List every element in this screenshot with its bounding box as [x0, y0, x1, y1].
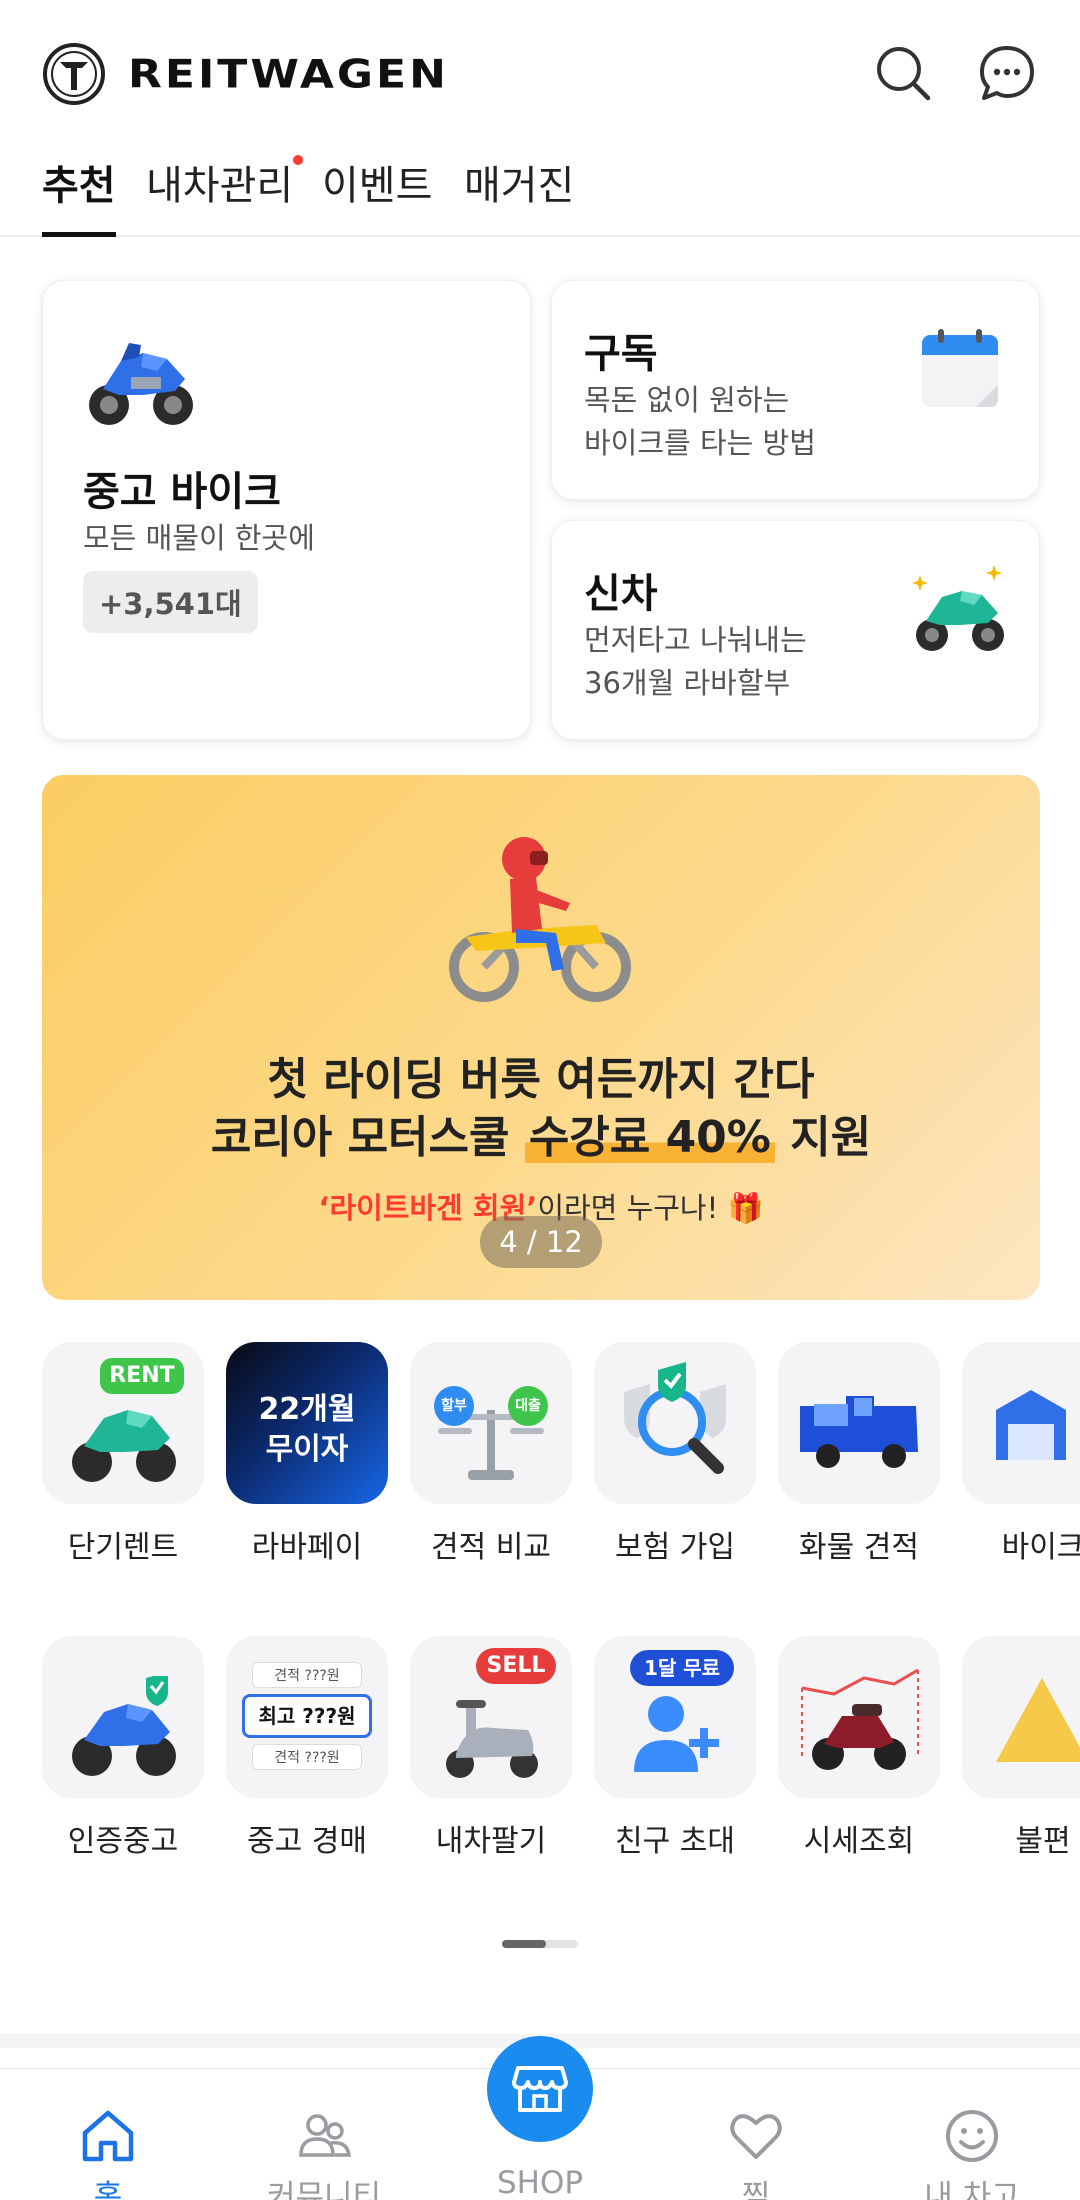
menu-bike-partial[interactable]: 바이크 — [962, 1342, 1080, 1566]
banner-pager: 4 / 12 — [480, 1216, 602, 1268]
tab-my-vehicle[interactable]: 내차관리 — [146, 153, 304, 237]
green-motorcycle-icon — [912, 565, 1004, 651]
shop-button[interactable] — [487, 2036, 593, 2142]
menu-row-1: RENT 단기렌트 22개월 무이자 라바페이 할부 대출 견적 비교 보험 가… — [42, 1342, 1080, 1582]
new-bike-sub-1: 먼저타고 나눠내는 — [584, 623, 807, 657]
community-icon — [299, 2114, 352, 2157]
chat-icon[interactable] — [978, 44, 1036, 102]
insurance-shield-icon — [624, 1362, 726, 1474]
truck-icon — [800, 1396, 918, 1468]
subscription-sub-1: 목돈 없이 원하는 — [584, 383, 790, 417]
menu-invite-friend[interactable]: 1달 무료 친구 초대 — [594, 1636, 756, 1860]
smile-icon — [946, 2110, 998, 2162]
nav-my-garage[interactable]: 내 차고 — [892, 2069, 1052, 2200]
subscription-card[interactable]: 구독 목돈 없이 원하는 바이크를 타는 방법 — [551, 280, 1040, 500]
pay-tile-line1: 22개월 — [258, 1392, 356, 1427]
menu-quote-compare[interactable]: 할부 대출 견적 비교 — [410, 1342, 572, 1566]
loan-chip: 대출 — [508, 1386, 548, 1426]
rent-badge: RENT — [100, 1358, 184, 1394]
rider-illustration — [449, 837, 631, 1002]
search-icon[interactable] — [874, 44, 932, 102]
menu-rava-pay[interactable]: 22개월 무이자 라바페이 — [226, 1342, 388, 1566]
brand-logo[interactable]: REITWAGEN — [42, 42, 449, 106]
menu-row-2: 인증중고 견적 ???원 최고 ???원 견적 ???원 중고 경매 SELL … — [42, 1636, 1080, 1876]
calendar-icon — [922, 329, 998, 407]
nav-wishlist[interactable]: 찜 — [676, 2069, 836, 2200]
nav-home[interactable]: 홈 — [28, 2069, 188, 2200]
banner-headline-2: 코리아 모터스쿨 수강료 40% 지원 — [210, 1112, 872, 1163]
logo-mark-icon — [43, 43, 105, 105]
menu-used-auction[interactable]: 견적 ???원 최고 ???원 견적 ???원 중고 경매 — [226, 1636, 388, 1860]
certified-bike-icon — [72, 1676, 176, 1776]
menu-short-rent[interactable]: RENT 단기렌트 — [42, 1342, 204, 1566]
garage-icon — [996, 1390, 1066, 1460]
home-icon — [82, 2110, 134, 2162]
sell-badge: SELL — [476, 1648, 556, 1684]
new-bike-card[interactable]: 신차 먼저타고 나눠내는 36개월 라바할부 — [551, 520, 1040, 740]
tab-events[interactable]: 이벤트 — [322, 153, 432, 237]
banner-headline-1: 첫 라이딩 버릇 여든까지 간다 — [267, 1054, 815, 1105]
warning-icon — [996, 1678, 1080, 1762]
blue-motorcycle-icon — [89, 343, 193, 425]
menu-cargo-quote[interactable]: 화물 견적 — [778, 1342, 940, 1566]
menu-insurance[interactable]: 보험 가입 — [594, 1342, 756, 1566]
auction-quote-best: 최고 ???원 — [242, 1694, 372, 1738]
top-tabs: 추천 내차관리 이벤트 매거진 — [0, 145, 1080, 237]
rental-bike-icon — [72, 1410, 176, 1482]
app-header: REITWAGEN — [0, 0, 1080, 145]
used-bike-subtitle: 모든 매물이 한곳에 — [83, 521, 315, 555]
listing-count-badge: +3,541대 — [83, 571, 258, 633]
add-friend-icon — [634, 1696, 719, 1772]
heart-icon — [730, 2114, 782, 2159]
used-bike-title: 중고 바이크 — [83, 469, 281, 515]
shop-icon — [512, 2066, 568, 2112]
promo-banner[interactable]: 첫 라이딩 버릇 여든까지 간다 코리아 모터스쿨 수강료 40% 지원 ‘라이… — [42, 775, 1040, 1300]
used-bike-card[interactable]: 중고 바이크 모든 매물이 한곳에 +3,541대 — [42, 280, 531, 740]
auction-quote-bottom: 견적 ???원 — [252, 1744, 362, 1770]
menu-sell-my-bike[interactable]: SELL 내차팔기 — [410, 1636, 572, 1860]
subscription-title: 구독 — [584, 331, 658, 377]
free-month-badge: 1달 무료 — [630, 1650, 734, 1686]
nav-community[interactable]: 커뮤니티 — [244, 2069, 404, 2200]
scooter-icon — [446, 1700, 538, 1778]
subscription-sub-2: 바이크를 타는 방법 — [584, 426, 816, 460]
new-bike-sub-2: 36개월 라바할부 — [584, 666, 791, 700]
menu-complaint-partial[interactable]: 불편 — [962, 1636, 1080, 1860]
auction-quote-top: 견적 ???원 — [252, 1662, 362, 1688]
installment-chip: 할부 — [434, 1386, 474, 1426]
brand-name: REITWAGEN — [128, 51, 449, 97]
menu-scroll-indicator — [502, 1940, 578, 1948]
price-chart-icon — [801, 1668, 919, 1770]
tab-magazine[interactable]: 매거진 — [464, 153, 574, 237]
new-dot-badge — [293, 155, 304, 165]
menu-certified-used[interactable]: 인증중고 — [42, 1636, 204, 1860]
new-bike-title: 신차 — [584, 571, 658, 617]
menu-price-check[interactable]: 시세조회 — [778, 1636, 940, 1860]
pay-tile-line2: 무이자 — [265, 1432, 349, 1467]
tab-recommend[interactable]: 추천 — [42, 153, 116, 237]
